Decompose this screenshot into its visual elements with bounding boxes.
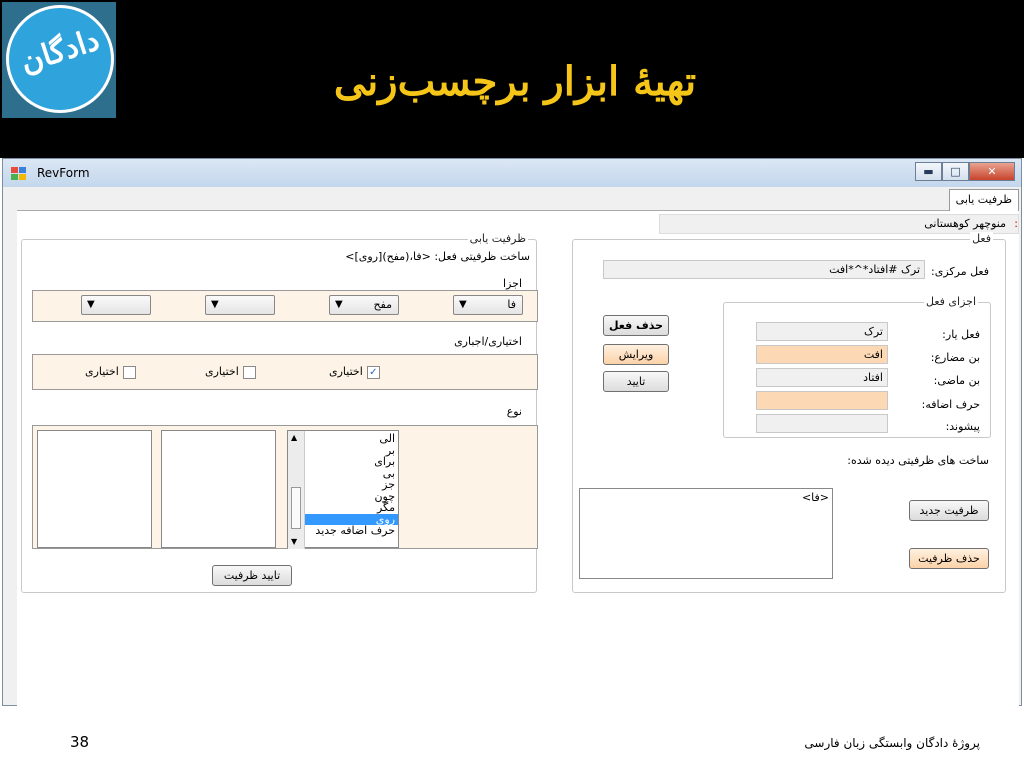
seen-structures-label: ساخت های ظرفیتی دیده شده: bbox=[847, 454, 989, 467]
delete-valency-button[interactable]: حذف ظرفیت bbox=[909, 548, 989, 569]
dadegan-logo: دادگان bbox=[2, 2, 116, 118]
close-button[interactable]: ✕ bbox=[969, 162, 1015, 181]
edit-button[interactable]: ویرایش bbox=[603, 344, 669, 365]
optional-label: اختیاری/اجباری bbox=[454, 335, 522, 348]
close-icon: ✕ bbox=[987, 165, 997, 178]
part-combo-1-value: فا bbox=[507, 298, 516, 311]
optional-checkbox-2-label: اختیاری bbox=[205, 365, 239, 378]
preposition-list: الی بر برای بی جز چون مگر روی حرف اضافه … bbox=[305, 433, 398, 537]
light-verb-label: فعل یار: bbox=[942, 328, 980, 341]
valency-structure-value: <فا،(مفح)[روی]> bbox=[345, 250, 431, 263]
dropdown-arrow-icon: ▼ bbox=[335, 299, 343, 310]
prefix-label: پیشوند: bbox=[945, 420, 980, 433]
dropdown-arrow-icon: ▼ bbox=[87, 299, 95, 310]
page-number: 38 bbox=[70, 733, 90, 751]
slide-title: تهیۀ ابزار برچسب‌زنی bbox=[333, 58, 697, 105]
tab-strip: ظرفیت یابی bbox=[17, 189, 1019, 211]
confirm-valency-button[interactable]: تایید ظرفیت bbox=[212, 565, 292, 586]
new-valency-button[interactable]: ظرفیت جدید bbox=[909, 500, 989, 521]
past-stem-label: بن ماضی: bbox=[933, 374, 980, 387]
verb-group: فعل فعل مرکزی: ترک #افتاد*^*افت حذف فعل … bbox=[572, 232, 1006, 593]
type-label: نوع bbox=[506, 405, 522, 418]
verb-group-caption: فعل bbox=[970, 232, 993, 245]
list-item[interactable]: الی bbox=[305, 433, 398, 445]
valency-group-caption: ظرفیت یابی bbox=[467, 232, 528, 245]
tab-content: : منوچهر کوهستانی فعل فعل مرکزی: ترک #اف… bbox=[17, 211, 1019, 706]
optional-checkbox-3-label: اختیاری bbox=[85, 365, 119, 378]
maximize-button[interactable]: □ bbox=[942, 162, 969, 181]
central-verb-field[interactable]: ترک #افتاد*^*افت bbox=[603, 260, 925, 279]
list-item[interactable]: مگر bbox=[305, 502, 398, 514]
user-row: : منوچهر کوهستانی bbox=[659, 214, 1019, 234]
part-combo-2[interactable]: ▼ مفح bbox=[329, 295, 399, 315]
delete-verb-button[interactable]: حذف فعل bbox=[603, 315, 669, 336]
app-icon bbox=[11, 167, 27, 181]
dropdown-arrow-icon: ▼ bbox=[211, 299, 219, 310]
revform-window: RevForm ▬ □ ✕ ظرفیت یابی : منوچهر کوهستا… bbox=[2, 158, 1022, 706]
type-listbox-1[interactable] bbox=[37, 430, 152, 548]
optional-checkbox-3[interactable]: اختیاری bbox=[85, 365, 136, 379]
preposition-label: حرف اضافه: bbox=[921, 398, 980, 411]
tab-valency-finding[interactable]: ظرفیت یابی bbox=[948, 189, 1019, 211]
optional-panel: ✓اختیاری اختیاری اختیاری bbox=[32, 354, 538, 390]
present-stem-field[interactable]: افت bbox=[756, 345, 888, 364]
optional-checkbox-1[interactable]: ✓اختیاری bbox=[329, 365, 380, 379]
user-name: منوچهر کوهستانی bbox=[924, 217, 1006, 230]
logo-circle: دادگان bbox=[6, 5, 114, 113]
user-colon: : bbox=[1014, 217, 1018, 230]
checkbox-icon bbox=[242, 365, 256, 379]
preposition-field[interactable] bbox=[756, 391, 888, 410]
preposition-listbox[interactable]: ▲ ▼ الی بر برای بی جز چون مگر روی حرف اض… bbox=[287, 430, 399, 549]
window-title: RevForm bbox=[37, 166, 90, 180]
verb-parts-caption: اجزای فعل bbox=[924, 295, 978, 308]
minimize-button[interactable]: ▬ bbox=[915, 162, 942, 181]
prefix-field[interactable] bbox=[756, 414, 888, 433]
part-combo-3[interactable]: ▼ bbox=[205, 295, 275, 315]
confirm-button[interactable]: تایید bbox=[603, 371, 669, 392]
type-panel: ▲ ▼ الی بر برای بی جز چون مگر روی حرف اض… bbox=[32, 425, 538, 549]
part-combo-4[interactable]: ▼ bbox=[81, 295, 151, 315]
dropdown-arrow-icon: ▼ bbox=[459, 299, 467, 310]
checkbox-icon bbox=[122, 365, 136, 379]
logo-text: دادگان bbox=[16, 22, 104, 81]
listbox-scrollbar[interactable]: ▲ ▼ bbox=[288, 431, 305, 549]
slide-header: دادگان تهیۀ ابزار برچسب‌زنی bbox=[0, 0, 1024, 158]
type-listbox-2[interactable] bbox=[161, 430, 276, 548]
title-bar[interactable]: RevForm ▬ □ ✕ bbox=[3, 159, 1021, 187]
scroll-down-icon[interactable]: ▼ bbox=[291, 537, 297, 546]
checkbox-checked-icon: ✓ bbox=[366, 365, 380, 379]
valency-structure-title: ساخت ظرفیتی فعل: bbox=[434, 250, 530, 263]
part-combo-1[interactable]: ▼ فا bbox=[453, 295, 523, 315]
present-stem-label: بن مضارع: bbox=[930, 351, 980, 364]
central-verb-label: فعل مرکزی: bbox=[931, 265, 989, 278]
minimize-icon: ▬ bbox=[923, 165, 934, 178]
scroll-thumb[interactable] bbox=[291, 487, 301, 529]
list-item[interactable]: حرف اضافه جدید bbox=[305, 525, 398, 537]
window-controls: ▬ □ ✕ bbox=[915, 162, 1015, 182]
maximize-icon: □ bbox=[950, 165, 961, 178]
structure-item[interactable]: <فا> bbox=[580, 489, 832, 504]
past-stem-field[interactable]: افتاد bbox=[756, 368, 888, 387]
part-combo-2-value: مفح bbox=[373, 298, 392, 311]
list-item[interactable]: جز bbox=[305, 479, 398, 491]
valency-group: ظرفیت یابی ساخت ظرفیتی فعل: <فا،(مفح)[رو… bbox=[21, 232, 538, 593]
light-verb-field[interactable]: ترک bbox=[756, 322, 888, 341]
structures-listbox[interactable]: <فا> bbox=[579, 488, 833, 579]
parts-label: اجزا bbox=[503, 277, 522, 290]
verb-parts-group: اجزای فعل فعل یار: ترک بن مضارع: افت بن … bbox=[723, 295, 991, 438]
optional-checkbox-2[interactable]: اختیاری bbox=[205, 365, 256, 379]
optional-checkbox-1-label: اختیاری bbox=[329, 365, 363, 378]
footer-text: پروژۀ دادگان وابستگی زبان فارسی bbox=[804, 736, 980, 750]
list-item[interactable]: برای bbox=[305, 456, 398, 468]
scroll-up-icon[interactable]: ▲ bbox=[291, 433, 297, 442]
parts-panel: ▼ فا ▼ مفح ▼ ▼ bbox=[32, 290, 538, 322]
valency-structure-label: ساخت ظرفیتی فعل: <فا،(مفح)[روی]> bbox=[345, 250, 530, 263]
